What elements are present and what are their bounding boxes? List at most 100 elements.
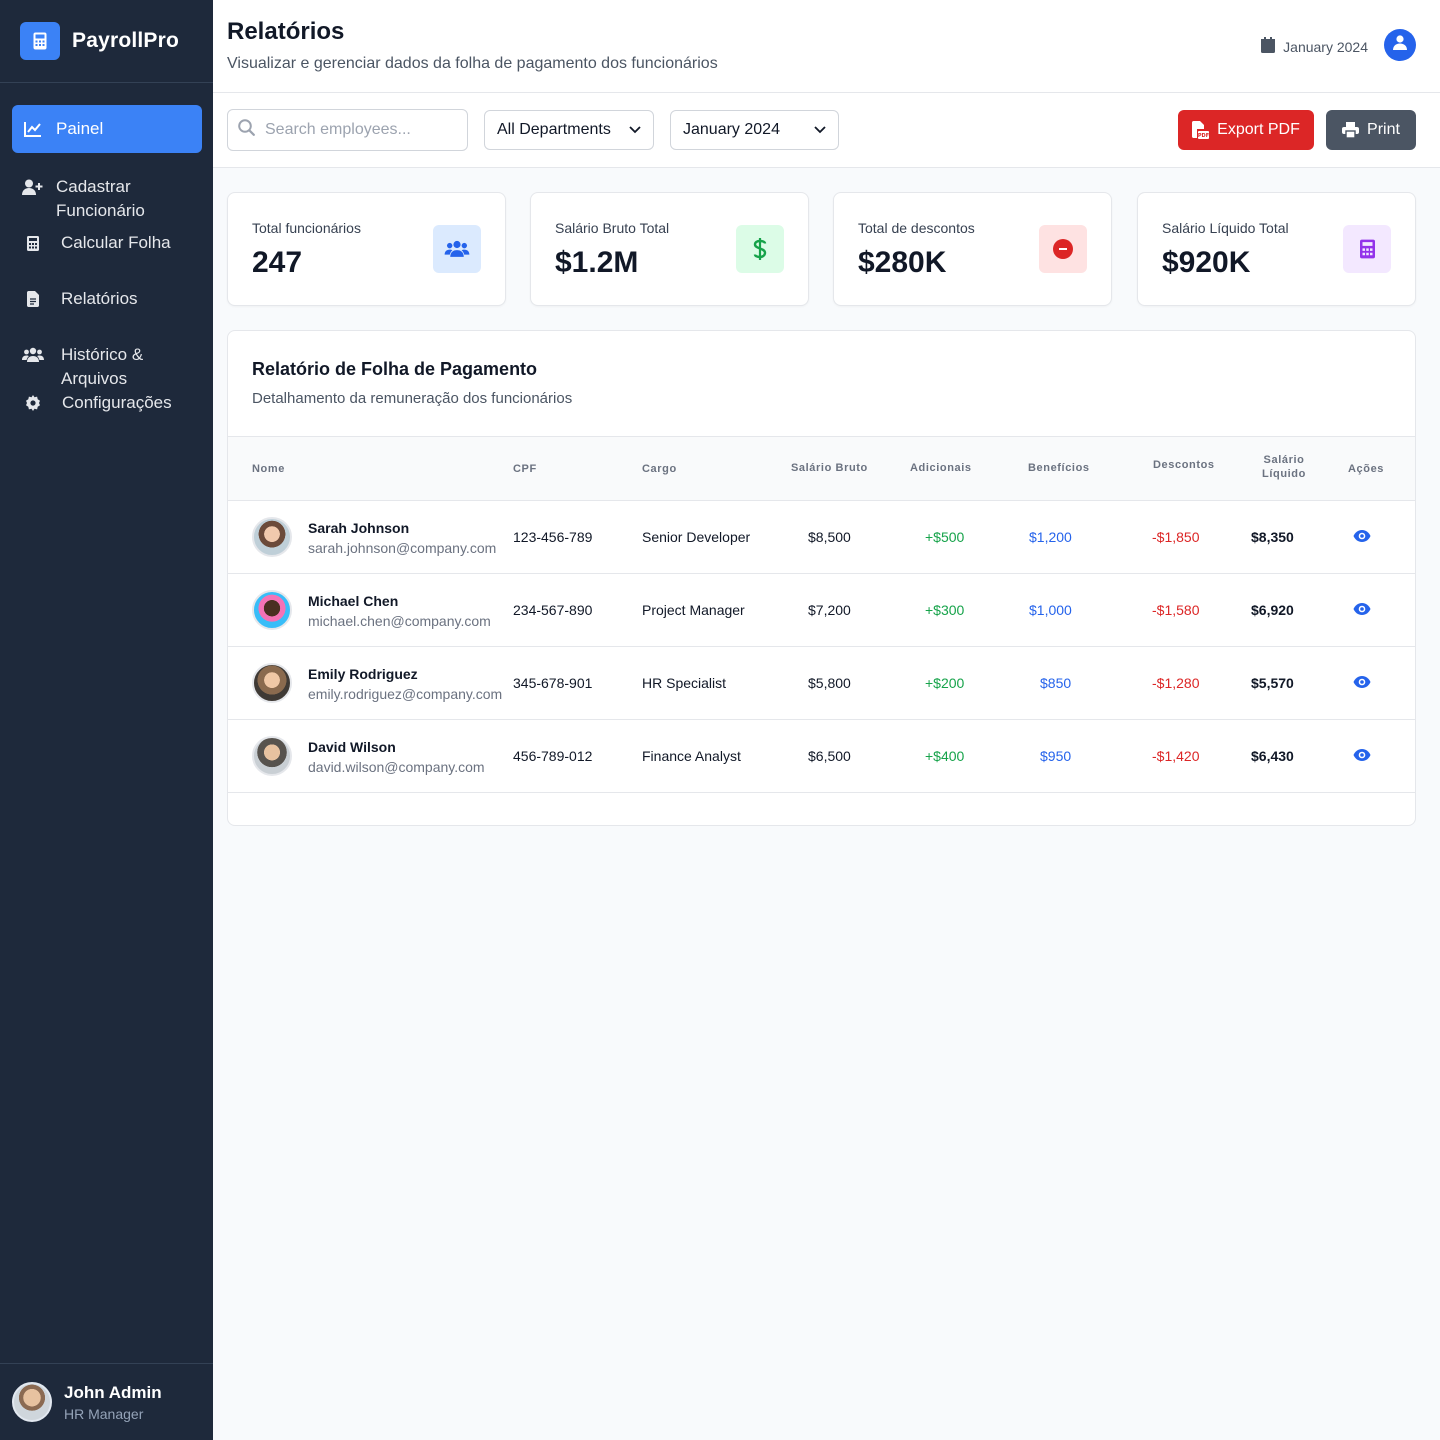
cell-additions: +$300 [925, 602, 965, 618]
print-label: Print [1367, 121, 1400, 138]
header-date: January 2024 [1261, 37, 1368, 56]
sidebar-item-historico-arquivos[interactable]: Histórico & Arquivos [12, 343, 202, 391]
sidebar-item-calcular-folha[interactable]: Calcular Folha [12, 231, 202, 255]
avatar [252, 590, 292, 630]
page-header: Relatórios Visualizar e gerenciar dados … [213, 0, 1440, 93]
column-header-net-line1: Salário [1263, 454, 1305, 466]
export-pdf-button[interactable]: PDF Export PDF [1178, 110, 1314, 150]
table-header: Nome CPF Cargo Salário Bruto Adicionais … [228, 436, 1415, 501]
file-alt-icon [22, 287, 44, 311]
sidebar-user[interactable]: John Admin HR Manager [0, 1363, 213, 1440]
avatar [12, 1382, 52, 1422]
table-row[interactable]: Sarah Johnson sarah.johnson@company.com … [228, 501, 1415, 574]
column-header-actions: Ações [1348, 463, 1385, 475]
cell-benefits: $950 [1040, 748, 1072, 764]
cell-net: $6,430 [1251, 748, 1294, 764]
chevron-down-icon [814, 121, 826, 139]
view-eye-icon[interactable] [1353, 748, 1371, 762]
cell-net: $5,570 [1251, 675, 1294, 691]
search-input[interactable] [265, 121, 455, 139]
calendar-icon [1261, 37, 1276, 56]
stat-value: 247 [252, 246, 303, 279]
brand[interactable]: PayrollPro [0, 0, 213, 83]
column-header-deductions[interactable]: Descontos [1153, 458, 1215, 472]
avatar [252, 663, 292, 703]
cell-gross: $8,500 [808, 529, 851, 545]
cell-net: $6,920 [1251, 602, 1294, 618]
cell-role: Senior Developer [642, 529, 751, 545]
user-role: HR Manager [64, 1405, 144, 1422]
chart-line-icon [22, 117, 44, 141]
header-date-label: January 2024 [1283, 38, 1368, 55]
department-select[interactable]: All Departments [484, 110, 654, 150]
department-select-value: All Departments [497, 121, 611, 138]
sidebar-item-label: Histórico & Arquivos [61, 345, 144, 388]
sidebar: PayrollPro Painel Cadastrar Funcionário … [0, 0, 213, 1440]
employee-email: sarah.johnson@company.com [308, 540, 497, 556]
stat-label: Salário Líquido Total [1162, 220, 1289, 236]
search-box[interactable] [227, 109, 468, 151]
employee-email: david.wilson@company.com [308, 759, 485, 775]
minus-circle-icon [1039, 225, 1087, 273]
user-plus-icon [22, 175, 44, 199]
cell-net: $8,350 [1251, 529, 1294, 545]
cell-benefits: $1,000 [1029, 602, 1072, 618]
view-eye-icon[interactable] [1353, 675, 1371, 689]
column-header-net[interactable]: Salário Líquido [1261, 453, 1307, 481]
cell-deductions: -$1,420 [1152, 748, 1200, 764]
employee-name: Sarah Johnson [308, 520, 410, 536]
print-button[interactable]: Print [1326, 110, 1416, 150]
search-icon [238, 119, 255, 141]
file-pdf-icon: PDF [1192, 120, 1210, 140]
page-subtitle: Visualizar e gerenciar dados da folha de… [227, 55, 718, 72]
view-eye-icon[interactable] [1353, 602, 1371, 616]
report-subtitle: Detalhamento da remuneração dos funcioná… [252, 390, 573, 407]
stat-value: $280K [858, 246, 947, 279]
sidebar-item-cadastrar-funcionario[interactable]: Cadastrar Funcionário [12, 175, 202, 223]
stat-value: $920K [1162, 246, 1251, 279]
calculator-icon [22, 231, 44, 255]
employee-name: David Wilson [308, 739, 396, 755]
table-row[interactable]: Emily Rodriguez emily.rodriguez@company.… [228, 647, 1415, 720]
stat-label: Salário Bruto Total [555, 220, 670, 236]
cell-additions: +$200 [925, 675, 965, 691]
sidebar-item-label: Painel [56, 119, 104, 138]
gear-icon [22, 391, 44, 415]
svg-text:PDF: PDF [1198, 133, 1209, 139]
user-name: John Admin [64, 1382, 162, 1402]
column-header-benefits[interactable]: Benefícios [1028, 461, 1090, 475]
sidebar-item-label: Cadastrar Funcionário [56, 177, 145, 220]
cell-gross: $5,800 [808, 675, 851, 691]
period-select[interactable]: January 2024 [670, 110, 839, 150]
cell-deductions: -$1,280 [1152, 675, 1200, 691]
users-icon [433, 225, 481, 273]
column-header-role[interactable]: Cargo [642, 462, 677, 476]
toolbar: All Departments January 2024 PDF Export … [213, 93, 1440, 168]
report-title: Relatório de Folha de Pagamento [252, 359, 538, 379]
sidebar-item-painel[interactable]: Painel [12, 105, 202, 153]
table-row[interactable]: Michael Chen michael.chen@company.com 23… [228, 574, 1415, 647]
cell-cpf: 234-567-890 [513, 602, 593, 618]
avatar [252, 736, 292, 776]
user-profile-button[interactable] [1384, 29, 1416, 61]
view-eye-icon[interactable] [1353, 529, 1371, 543]
column-header-cpf[interactable]: CPF [513, 462, 537, 476]
cell-gross: $7,200 [808, 602, 851, 618]
column-header-gross[interactable]: Salário Bruto [791, 461, 868, 475]
page-title: Relatórios [227, 18, 345, 45]
chevron-down-icon [629, 121, 641, 139]
cell-role: Project Manager [642, 602, 745, 618]
cell-additions: +$400 [925, 748, 965, 764]
column-header-additions[interactable]: Adicionais [910, 461, 972, 475]
table-row[interactable]: David Wilson david.wilson@company.com 45… [228, 720, 1415, 793]
employee-name: Michael Chen [308, 593, 399, 609]
stat-card-net-salary: Salário Líquido Total $920K [1137, 192, 1416, 306]
period-select-value: January 2024 [683, 121, 780, 138]
print-icon [1342, 122, 1360, 138]
avatar [252, 517, 292, 557]
column-header-name[interactable]: Nome [252, 462, 285, 476]
sidebar-item-configuracoes[interactable]: Configurações [12, 391, 202, 415]
sidebar-item-label: Calcular Folha [61, 233, 171, 252]
employee-email: michael.chen@company.com [308, 613, 491, 629]
sidebar-item-relatorios[interactable]: Relatórios [12, 287, 202, 311]
